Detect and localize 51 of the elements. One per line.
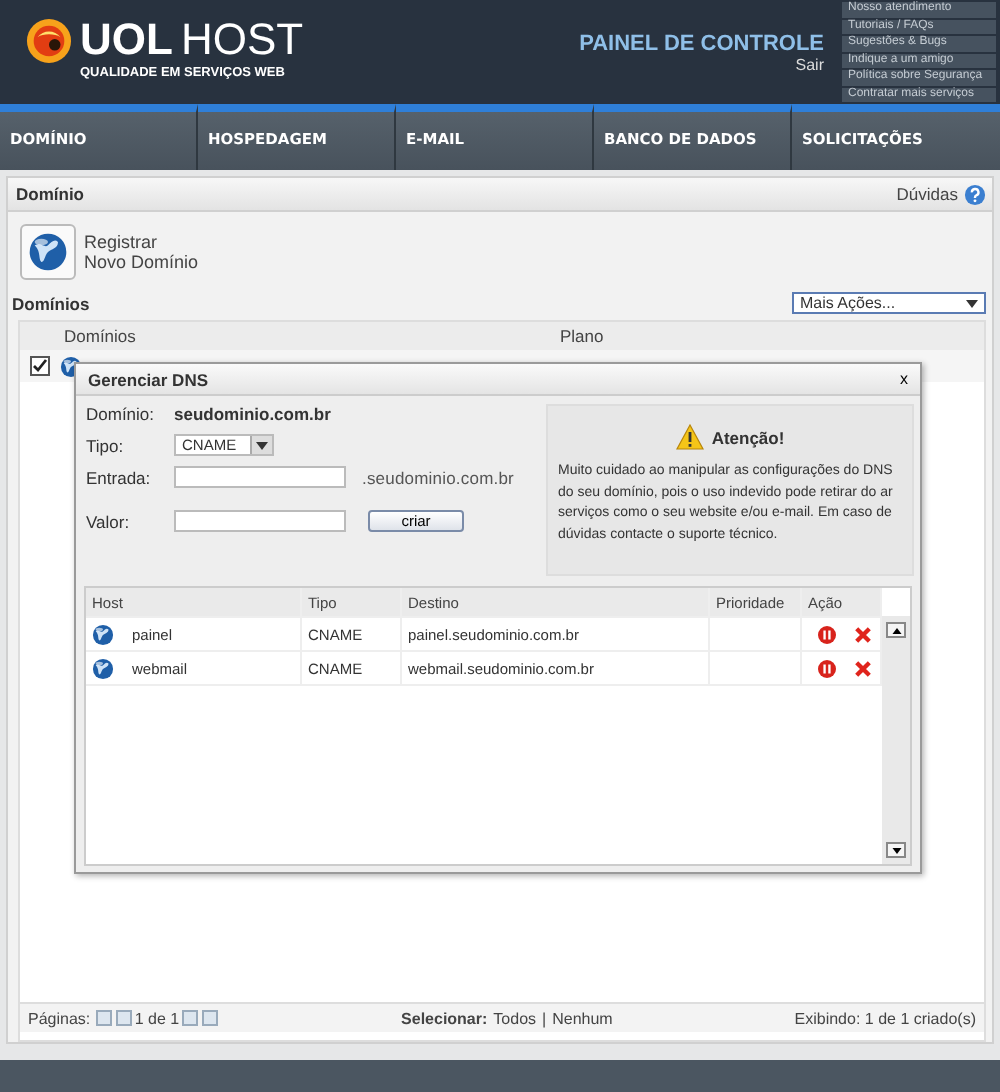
logout-link[interactable]: Sair (795, 56, 824, 74)
select-none-link[interactable]: Nenhum (552, 1009, 613, 1027)
warning-title: Atenção! (711, 427, 785, 447)
help-link[interactable]: Dúvidas (896, 184, 958, 204)
results-summary: Exibindo: 1 de 1 criado(s) (794, 1009, 976, 1027)
delete-icon[interactable] (854, 625, 872, 643)
entry-field[interactable] (174, 466, 346, 488)
separator: | (542, 1009, 547, 1027)
column-header: Plano (560, 326, 606, 346)
next-page-button[interactable] (181, 1010, 198, 1026)
page-status: 1 de 1 (134, 1009, 180, 1027)
panel-title: PAINEL DE CONTROLE (579, 32, 824, 56)
help-icon[interactable] (964, 183, 986, 205)
domain-suffix: .seudominio.com.br (362, 467, 516, 487)
up-arrow-icon (891, 627, 901, 633)
pause-icon[interactable] (818, 659, 836, 677)
field-label: Valor: (86, 511, 132, 531)
pause-icon[interactable] (818, 625, 836, 643)
logo-icon (26, 17, 72, 63)
row-checkbox[interactable] (30, 356, 50, 376)
last-page-button[interactable] (201, 1010, 218, 1026)
down-arrow-icon (891, 847, 901, 853)
select-label: Selecionar: (401, 1009, 488, 1027)
scroll-down-button[interactable] (886, 842, 906, 858)
globe-icon (92, 623, 114, 645)
field-label: Domínio: (86, 404, 157, 424)
dialog-title: Gerenciar DNS (88, 369, 208, 389)
field-label: Entrada: (86, 467, 153, 487)
globe-icon (92, 657, 114, 679)
caret-icon (966, 299, 978, 307)
delete-icon[interactable] (854, 659, 872, 677)
caret-icon (256, 441, 268, 449)
section-title: Domínios (12, 293, 90, 313)
field-label: Tipo: (86, 435, 126, 455)
globe-icon (28, 232, 68, 272)
scrollbar[interactable] (882, 616, 910, 864)
first-page-button[interactable] (96, 1010, 113, 1026)
scroll-up-button[interactable] (886, 622, 906, 638)
close-button[interactable]: x (900, 370, 908, 388)
actions-dropdown[interactable]: Mais Ações... (792, 292, 986, 314)
page-title: Domínio (16, 184, 84, 204)
product-name: HOST (180, 16, 304, 64)
column-header: Domínios (64, 326, 138, 346)
value-field[interactable] (174, 510, 346, 532)
brand-name: UOL (80, 16, 173, 64)
select-all-link[interactable]: Todos (493, 1009, 537, 1027)
domain-value: seudominio.com.br (174, 404, 333, 424)
warning-icon (675, 424, 704, 450)
previous-page-button[interactable] (116, 1010, 133, 1026)
register-domain-button[interactable]: Registrar Novo Domínio (20, 224, 199, 280)
pager-label: Páginas: (28, 1009, 91, 1027)
